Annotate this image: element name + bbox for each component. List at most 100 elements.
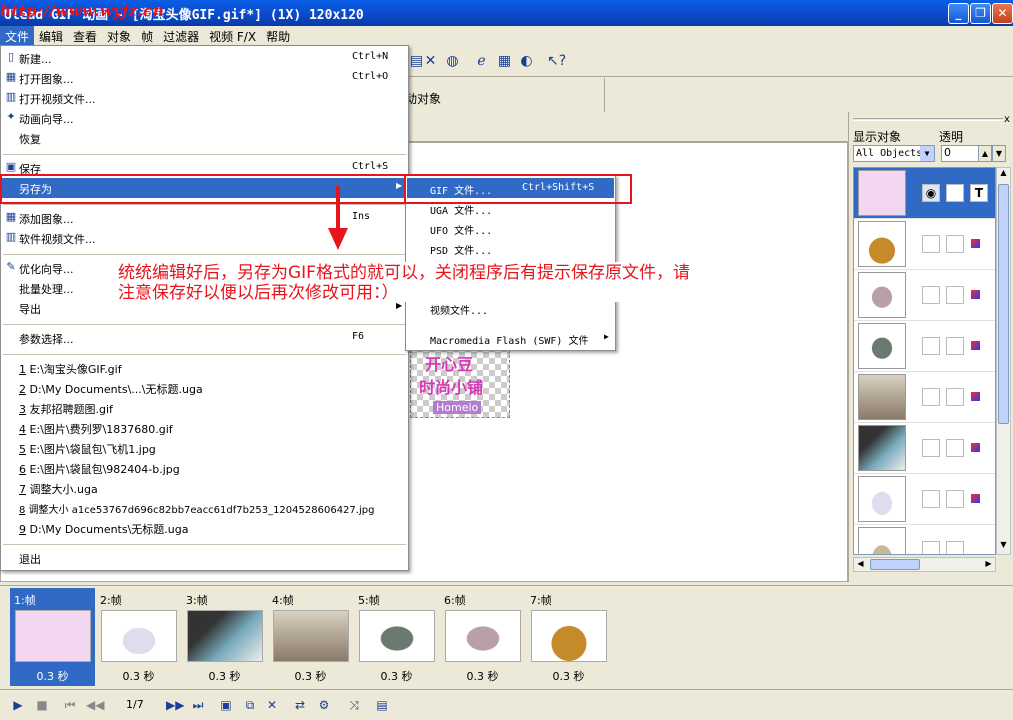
frame-item[interactable]: 1:帧 0.3 秒 — [10, 588, 95, 686]
lock-box[interactable] — [946, 490, 964, 508]
menu-item-open-video[interactable]: ▥ 打开视频文件... — [2, 88, 407, 108]
visibility-box[interactable] — [922, 286, 940, 304]
menu-item-animation-wizard[interactable]: ✦ 动画向导... — [2, 108, 407, 128]
scroll-down-icon[interactable]: ▼ — [998, 540, 1009, 553]
frame-properties-icon[interactable]: ⚙ — [316, 697, 332, 713]
recent-file-item[interactable]: 3 友邦招聘题图.gif — [2, 398, 407, 418]
frame-delay[interactable]: 0.3 秒 — [268, 668, 353, 684]
frame-item[interactable]: 7:帧 0.3 秒 — [526, 588, 611, 686]
list-item[interactable] — [854, 372, 995, 423]
recent-file-item[interactable]: 9 D:\My Documents\无标题.uga — [2, 518, 407, 538]
duplicate-frame-icon[interactable]: ⧉ — [242, 697, 258, 713]
scroll-thumb[interactable] — [998, 184, 1009, 424]
previous-frame-icon[interactable]: ◀◀ — [86, 697, 104, 713]
recent-file-item[interactable]: 6 E:\图片\袋鼠包\982404-b.jpg — [2, 458, 407, 478]
frame-delay[interactable]: 0.3 秒 — [182, 668, 267, 684]
scroll-right-icon[interactable]: ▶ — [982, 559, 995, 570]
play-icon[interactable]: ▶ — [10, 697, 26, 713]
list-item[interactable] — [854, 270, 995, 321]
recent-file-item[interactable]: 4 E:\图片\费列罗\1837680.gif — [2, 418, 407, 438]
minimize-button[interactable]: _ — [948, 3, 969, 24]
submenu-item-flash[interactable]: Macromedia Flash (SWF) 文件 ▶ — [407, 328, 614, 348]
next-frame-icon[interactable]: ▶▶ — [166, 697, 184, 713]
lock-box[interactable] — [946, 388, 964, 406]
first-frame-icon[interactable]: ⏮ — [62, 697, 78, 713]
preview-tool-icon[interactable]: ◐ — [518, 53, 535, 70]
lock-box[interactable] — [946, 286, 964, 304]
stop-icon[interactable]: ■ — [34, 697, 50, 713]
lock-box[interactable] — [946, 337, 964, 355]
frame-delay[interactable]: 0.3 秒 — [440, 668, 525, 684]
list-item[interactable] — [854, 525, 995, 554]
list-item[interactable] — [854, 423, 995, 474]
list-item[interactable] — [854, 474, 995, 525]
recent-file-item[interactable]: 5 E:\图片\袋鼠包\飞机1.jpg — [2, 438, 407, 458]
close-button[interactable]: ✕ — [992, 3, 1013, 24]
frame-item[interactable]: 3:帧 0.3 秒 — [182, 588, 267, 686]
chevron-down-icon[interactable]: ▼ — [920, 146, 934, 161]
help-pointer-icon[interactable]: ↖? — [547, 53, 566, 70]
lock-box[interactable] — [946, 541, 964, 554]
tween-icon[interactable]: ⇄ — [292, 697, 308, 713]
submenu-item-ufo[interactable]: UFO 文件... — [407, 218, 614, 238]
visibility-box[interactable] — [922, 337, 940, 355]
frame-item[interactable]: 5:帧 0.3 秒 — [354, 588, 439, 686]
visibility-box[interactable] — [922, 439, 940, 457]
menu-video-fx[interactable]: 视频 F/X — [204, 26, 261, 45]
scroll-up-icon[interactable]: ▲ — [998, 168, 1009, 181]
recent-file-item[interactable]: 1 E:\淘宝头像GIF.gif — [2, 358, 407, 378]
frame-manager-icon[interactable]: ▤ — [374, 697, 390, 713]
delete-frame-icon[interactable]: ✕ — [264, 697, 280, 713]
menu-file[interactable]: 文件 — [0, 26, 35, 45]
recent-file-item[interactable]: 8 调整大小 a1ce53767d696c82bb7eacc61df7b253_… — [2, 498, 407, 518]
menu-filter[interactable]: 过滤器 — [158, 26, 204, 45]
last-frame-icon[interactable]: ⏭ — [190, 697, 206, 713]
spin-up-icon[interactable]: ▲ — [978, 145, 992, 162]
menu-help[interactable]: 帮助 — [261, 26, 295, 45]
scroll-left-icon[interactable]: ◀ — [854, 559, 867, 570]
visibility-box[interactable] — [922, 235, 940, 253]
submenu-item-psd[interactable]: PSD 文件... — [407, 238, 614, 258]
menu-item-new[interactable]: ▯ 新建... Ctrl+N — [2, 48, 407, 68]
scroll-thumb[interactable] — [870, 559, 920, 570]
menu-item-revert[interactable]: 恢复 — [2, 128, 407, 148]
menu-frame[interactable]: 帧 — [136, 26, 158, 45]
frame-item[interactable]: 4:帧 0.3 秒 — [268, 588, 353, 686]
frame-item[interactable]: 6:帧 0.3 秒 — [440, 588, 525, 686]
list-item[interactable] — [854, 321, 995, 372]
menu-item-add-image[interactable]: ▦ 添加图象... Ins — [2, 208, 407, 228]
browser-icon[interactable]: ℯ — [473, 53, 490, 70]
menu-item-exit[interactable]: 退出 — [2, 548, 407, 568]
list-item[interactable] — [854, 219, 995, 270]
transparency-input[interactable]: 0 — [941, 145, 979, 162]
frame-delay[interactable]: 0.3 秒 — [354, 668, 439, 684]
frame-delay[interactable]: 0.3 秒 — [96, 668, 181, 684]
menu-view[interactable]: 查看 — [68, 26, 102, 45]
spin-down-icon[interactable]: ▼ — [992, 145, 1006, 162]
optimize-tool-icon[interactable]: ▦ — [496, 53, 513, 70]
object-list-scrollbar-vertical[interactable]: ▲ ▼ — [996, 167, 1011, 555]
lock-box[interactable] — [946, 439, 964, 457]
show-objects-select[interactable]: All Objects ▼ — [853, 145, 935, 162]
visibility-box[interactable] — [922, 388, 940, 406]
maximize-button[interactable]: ❐ — [970, 3, 991, 24]
menu-item-preferences[interactable]: 参数选择... F6 — [2, 328, 407, 348]
text-object-icon[interactable]: T — [970, 184, 988, 202]
visibility-box[interactable] — [922, 490, 940, 508]
recent-file-item[interactable]: 7 调整大小.uga — [2, 478, 407, 498]
frame-item[interactable]: 2:帧 0.3 秒 — [96, 588, 181, 686]
reverse-icon[interactable]: ⤨ — [346, 697, 362, 713]
frame-delay[interactable]: 0.3 秒 — [10, 668, 95, 684]
delete-icon[interactable]: ✕ — [422, 53, 439, 70]
panel-grip[interactable] — [853, 118, 1003, 121]
list-item[interactable]: ◉ T — [854, 168, 995, 219]
lock-box[interactable] — [946, 184, 964, 202]
lock-box[interactable] — [946, 235, 964, 253]
visibility-box[interactable] — [922, 541, 940, 554]
menu-edit[interactable]: 编辑 — [34, 26, 68, 45]
object-list-scrollbar-horizontal[interactable]: ◀ ▶ — [853, 557, 996, 572]
menu-object[interactable]: 对象 — [102, 26, 136, 45]
menu-item-open-image[interactable]: ▦ 打开图象... Ctrl+O — [2, 68, 407, 88]
add-frame-icon[interactable]: ▣ — [218, 697, 234, 713]
globe-icon[interactable]: ◍ — [444, 53, 461, 70]
